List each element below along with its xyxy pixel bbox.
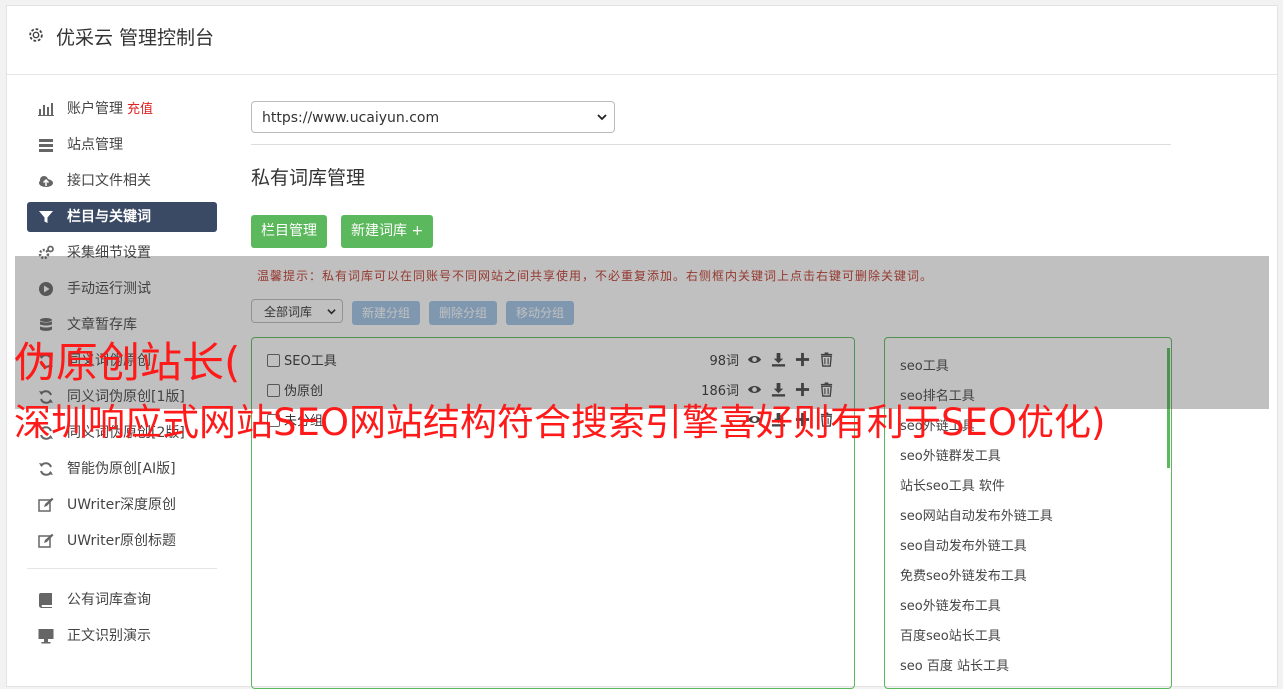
sidebar-item-label: UWriter原创标题 bbox=[67, 533, 176, 549]
overlay-title-line1: 伪原创站长( bbox=[14, 338, 241, 387]
monitor-icon bbox=[38, 629, 54, 644]
site-select[interactable]: https://www.ucaiyun.com bbox=[251, 101, 615, 133]
sidebar-item-label: 正文识别演示 bbox=[67, 628, 151, 644]
overlay-title-line2: 深圳响应式网站SEO网站结构符合搜索引擎喜好则有利于SEO优化) bbox=[14, 401, 1106, 444]
sidebar-item-uwriter-deep[interactable]: UWriter深度原创 bbox=[27, 490, 217, 520]
book-icon bbox=[39, 593, 52, 608]
recharge-link[interactable]: 充值 bbox=[127, 102, 153, 117]
sidebar-item-label: UWriter深度原创 bbox=[67, 497, 176, 513]
sidebar-item-label: 接口文件相关 bbox=[67, 173, 151, 189]
sidebar-item-label: 账户管理 bbox=[67, 101, 123, 117]
sidebar-item-sites[interactable]: 站点管理 bbox=[27, 130, 217, 160]
sidebar-item-text-recognition[interactable]: 正文识别演示 bbox=[27, 621, 217, 651]
sidebar-item-label: 智能伪原创[AI版] bbox=[67, 461, 176, 477]
site-select-value: https://www.ucaiyun.com bbox=[262, 110, 440, 126]
edit-icon bbox=[38, 533, 54, 548]
chevron-down-icon bbox=[597, 114, 607, 121]
edit-icon bbox=[38, 497, 54, 512]
sidebar-item-api-files[interactable]: 接口文件相关 bbox=[27, 166, 217, 196]
keyword-item[interactable]: 免费seo外链发布工具 bbox=[900, 565, 1027, 584]
new-library-button[interactable]: 新建词库 + bbox=[341, 215, 434, 248]
keyword-item[interactable]: seo外链发布工具 bbox=[900, 595, 1001, 614]
gear-icon bbox=[29, 28, 43, 42]
sidebar-divider bbox=[27, 568, 217, 569]
sidebar-item-label: 公有词库查询 bbox=[67, 592, 151, 608]
server-icon bbox=[39, 139, 53, 152]
filter-icon bbox=[39, 211, 53, 223]
sidebar-item-columns-keywords[interactable]: 栏目与关键词 bbox=[27, 202, 217, 232]
page-title: 私有词库管理 bbox=[251, 167, 366, 189]
divider bbox=[251, 144, 1171, 145]
keyword-item[interactable]: seo 百度 站长工具 bbox=[900, 655, 1009, 674]
sidebar-item-account[interactable]: 账户管理 充值 bbox=[27, 94, 217, 124]
keyword-item[interactable]: seo网站自动发布外链工具 bbox=[900, 505, 1053, 524]
cloud-upload-icon bbox=[39, 176, 53, 187]
header: 优采云 管理控制台 bbox=[7, 6, 1277, 75]
bar-chart-icon bbox=[38, 103, 54, 116]
keyword-item[interactable]: 百度seo站长工具 bbox=[900, 625, 1001, 644]
app-title: 优采云 管理控制台 bbox=[56, 27, 215, 49]
keyword-item[interactable]: 站长seo工具 软件 bbox=[900, 475, 1005, 494]
refresh-icon bbox=[39, 462, 53, 476]
sidebar-item-public-library[interactable]: 公有词库查询 bbox=[27, 585, 217, 615]
keyword-item[interactable]: seo自动发布外链工具 bbox=[900, 535, 1027, 554]
sidebar-item-uwriter-title[interactable]: UWriter原创标题 bbox=[27, 526, 217, 556]
columns-manage-button[interactable]: 栏目管理 bbox=[251, 215, 327, 248]
sidebar-item-label: 站点管理 bbox=[67, 137, 123, 153]
sidebar-item-label: 栏目与关键词 bbox=[67, 209, 151, 225]
sidebar-item-ai-rewrite[interactable]: 智能伪原创[AI版] bbox=[27, 454, 217, 484]
